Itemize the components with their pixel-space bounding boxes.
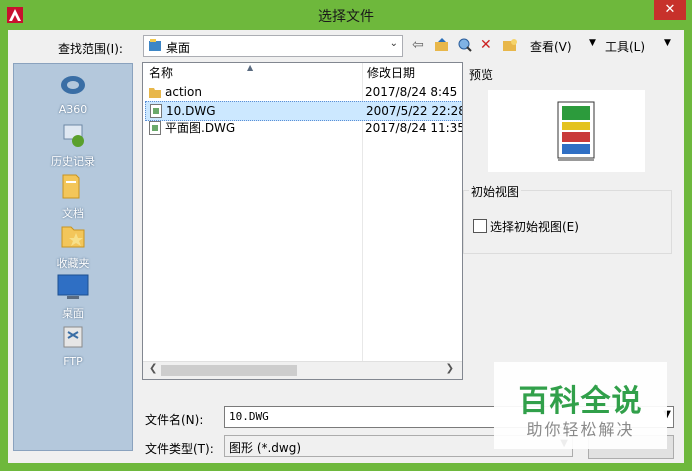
file-row[interactable]: 平面图.DWG 2017/8/24 11:35 (145, 119, 463, 137)
dialog-window: 选择文件 ✕ 查找范围(I): 桌面 ⌄ ⇦ ✕ 查看(V) ▼ 工具(L) ▼ (0, 0, 692, 471)
look-in-dropdown[interactable]: 桌面 ⌄ (143, 35, 403, 57)
file-name: action (165, 85, 202, 99)
dwg-file-icon (150, 104, 162, 118)
file-date: 2007/5/22 22:28 (366, 104, 463, 118)
look-in-value: 桌面 (166, 41, 191, 55)
places-sidebar: A360 历史记录 文档 收藏夹 桌面 FTP (13, 63, 133, 451)
filename-value: 10.DWG (229, 410, 269, 423)
initial-view-label: 初始视图 (469, 183, 522, 200)
select-initial-view-checkbox[interactable] (473, 219, 487, 233)
horizontal-scrollbar[interactable]: ❮ ❯ (143, 361, 462, 379)
place-favorites[interactable]: 收藏夹 (14, 222, 132, 271)
preview-image (488, 90, 645, 172)
desktop-icon (14, 274, 132, 303)
dwg-file-icon (149, 121, 161, 135)
file-list[interactable]: ▲ 名称 修改日期 action 2017/8/24 8:45 10.DWG 2… (142, 62, 463, 380)
favorites-icon (14, 222, 132, 253)
file-name: 10.DWG (166, 104, 216, 118)
view-dropdown-icon[interactable]: ▼ (589, 38, 596, 48)
column-header-date[interactable]: 修改日期 (367, 63, 415, 83)
dialog-body: 查找范围(I): 桌面 ⌄ ⇦ ✕ 查看(V) ▼ 工具(L) ▼ A360 历… (8, 30, 684, 463)
column-header-name[interactable]: 名称 (149, 63, 173, 83)
search-web-icon[interactable] (457, 37, 473, 53)
place-label: 文档 (62, 207, 84, 220)
up-folder-icon[interactable] (434, 37, 450, 53)
folder-icon (149, 85, 161, 99)
window-title: 选择文件 (318, 9, 374, 25)
place-label: 桌面 (62, 307, 84, 320)
filetype-label: 文件类型(T): (145, 442, 214, 456)
preview-label: 预览 (469, 68, 494, 82)
scroll-right-icon[interactable]: ❯ (446, 363, 454, 374)
filename-label: 文件名(N): (145, 413, 204, 427)
history-icon (14, 122, 132, 151)
file-name: 平面图.DWG (165, 121, 236, 135)
tools-dropdown-icon[interactable]: ▼ (664, 38, 671, 48)
scrollbar-thumb[interactable] (161, 365, 297, 376)
a360-icon (14, 72, 132, 101)
look-in-label: 查找范围(I): (58, 42, 123, 56)
desktop-folder-icon (149, 39, 161, 52)
filetype-value: 图形 (*.dwg) (229, 441, 302, 455)
place-a360[interactable]: A360 (14, 72, 132, 116)
title-bar[interactable]: 选择文件 ✕ (0, 0, 692, 30)
place-history[interactable]: 历史记录 (14, 122, 132, 169)
place-label: FTP (63, 355, 83, 368)
file-row-selected[interactable]: 10.DWG 2007/5/22 22:28 (145, 101, 463, 121)
close-button[interactable]: ✕ (654, 0, 686, 20)
delete-icon[interactable]: ✕ (480, 37, 492, 53)
watermark-title: 百科全说 (518, 384, 643, 419)
file-date: 2017/8/24 11:35 (365, 121, 463, 135)
tools-menu[interactable]: 工具(L) (605, 38, 645, 55)
watermark-subtitle: 助你轻松解决 (526, 420, 635, 439)
documents-icon (14, 172, 132, 203)
place-documents[interactable]: 文档 (14, 172, 132, 221)
ftp-icon (14, 324, 132, 353)
place-label: 收藏夹 (56, 257, 90, 270)
back-arrow-icon[interactable]: ⇦ (412, 37, 424, 53)
place-desktop[interactable]: 桌面 (14, 274, 132, 321)
file-row[interactable]: action 2017/8/24 8:45 (145, 83, 462, 101)
place-ftp[interactable]: FTP (14, 324, 132, 368)
select-initial-view-label[interactable]: 选择初始视图(E) (490, 218, 579, 235)
chevron-down-icon: ⌄ (389, 38, 398, 49)
place-label: 历史记录 (51, 155, 95, 168)
new-folder-icon[interactable] (502, 37, 518, 53)
scroll-left-icon[interactable]: ❮ (149, 363, 157, 374)
watermark-overlay: 百科全说 助你轻松解决 (494, 362, 667, 449)
sort-ascending-icon: ▲ (247, 63, 254, 72)
file-date: 2017/8/24 8:45 (365, 85, 458, 99)
view-menu[interactable]: 查看(V) (530, 38, 572, 55)
place-label: A360 (58, 103, 88, 116)
